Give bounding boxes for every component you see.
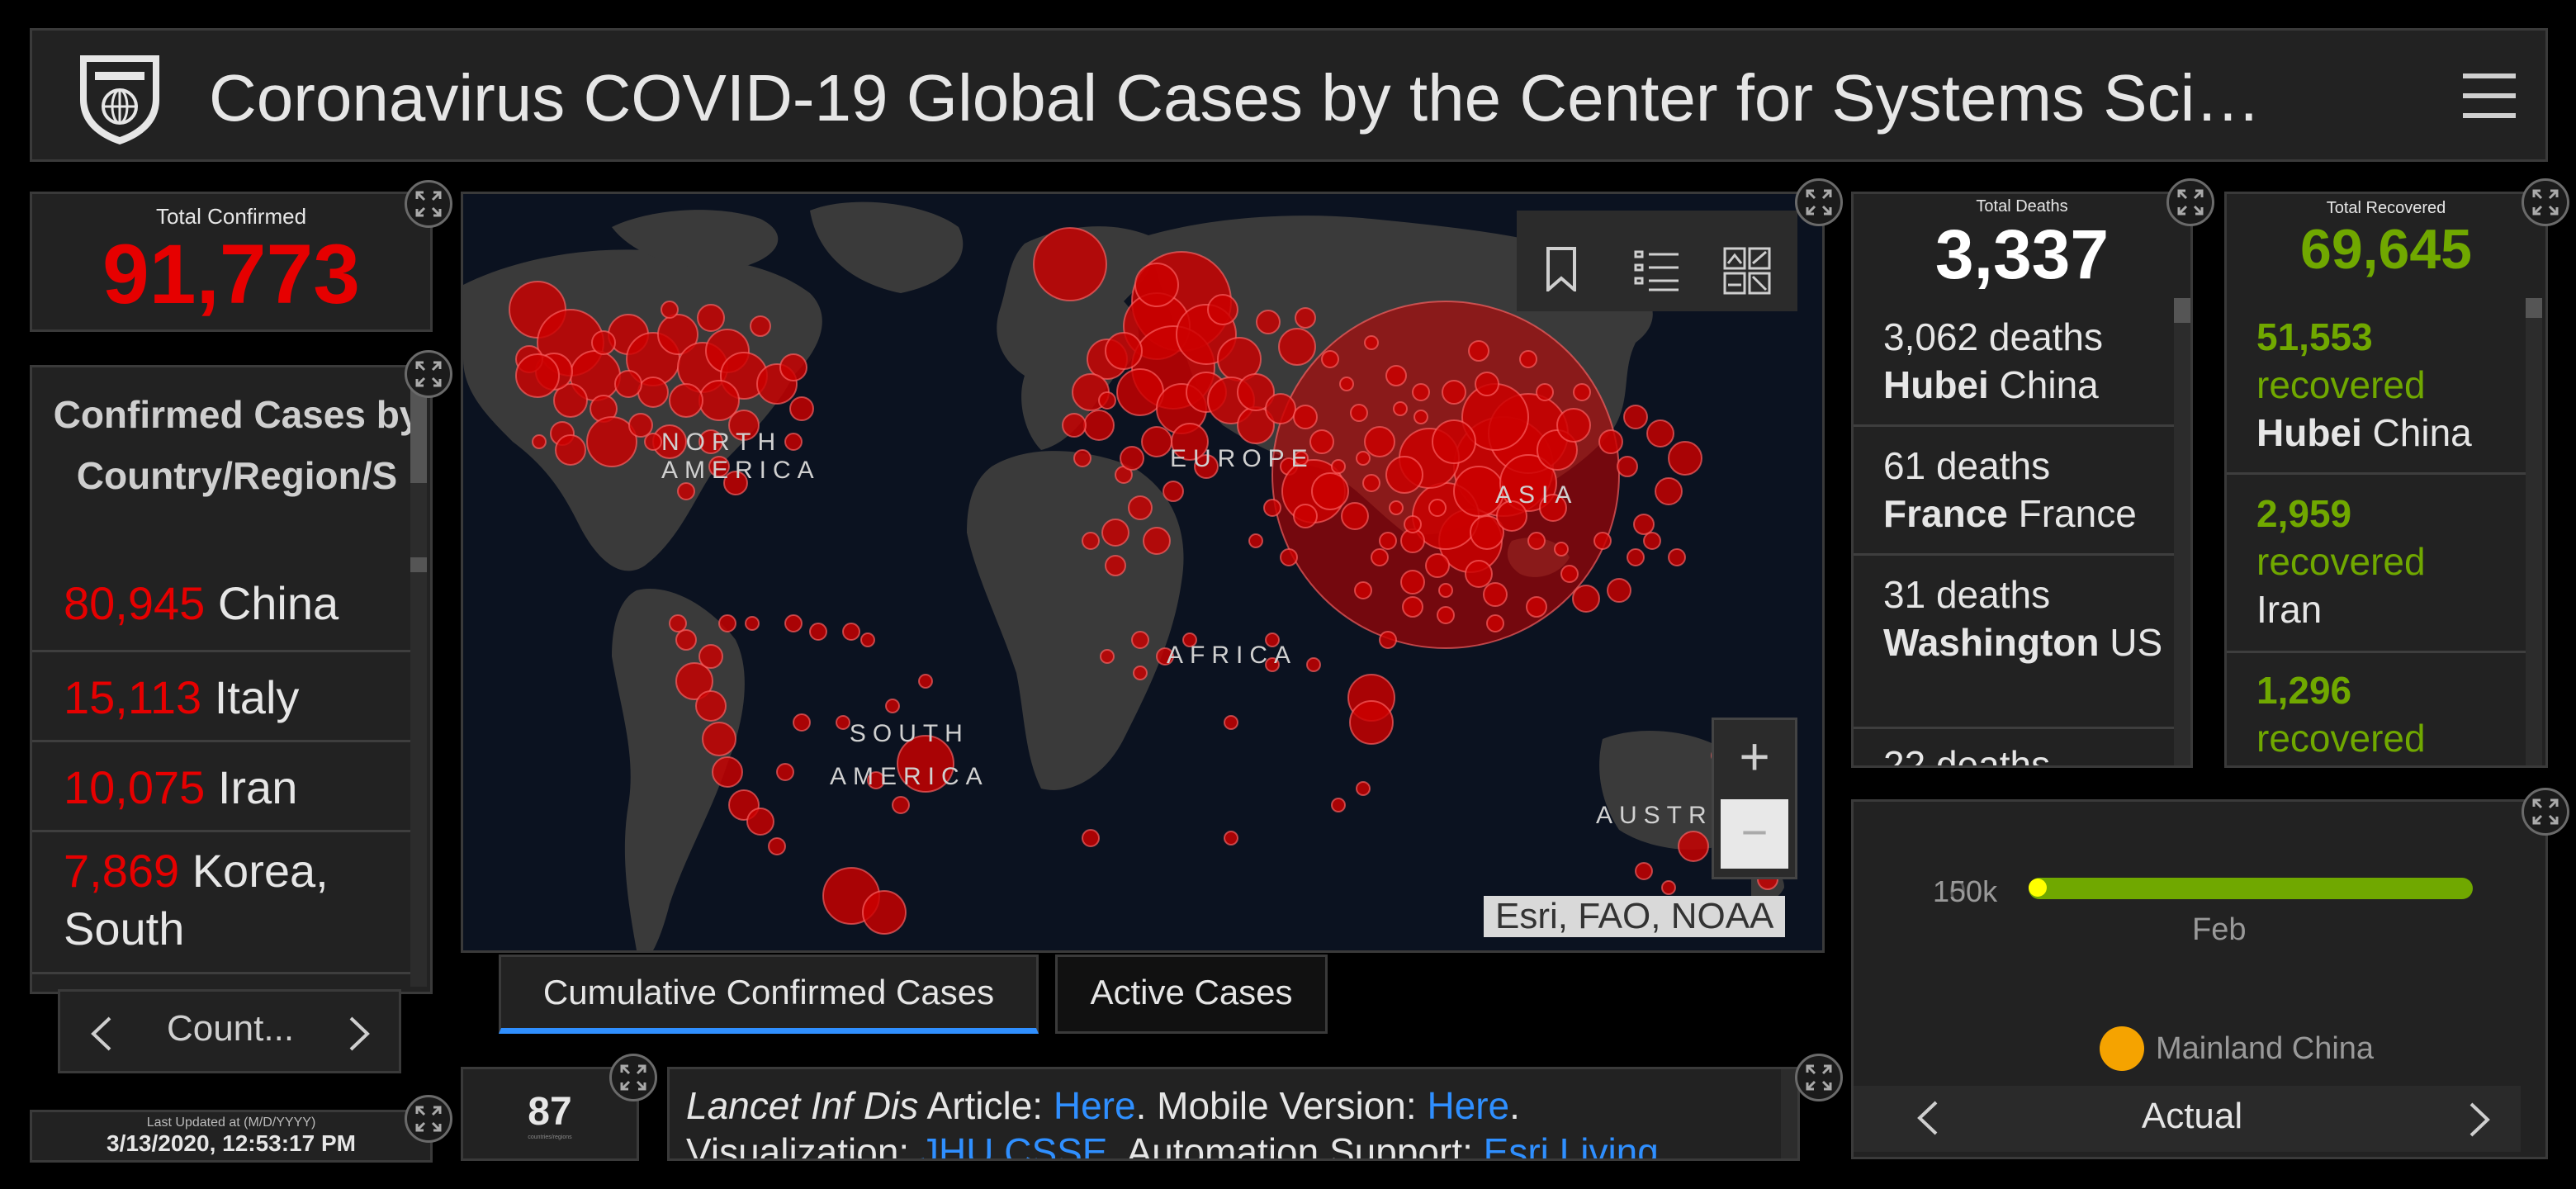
series-start-point: [2029, 879, 2047, 897]
map-label-australia: AUSTR: [1596, 802, 1713, 829]
scrollbar[interactable]: [410, 384, 427, 987]
zoom-in-button[interactable]: +: [1714, 720, 1795, 796]
chevron-left-icon[interactable]: [88, 1015, 113, 1057]
article-link[interactable]: Here: [1054, 1084, 1136, 1127]
list-item-name: Italy: [214, 671, 300, 723]
chart-nav-bar: Actual: [1854, 1086, 2521, 1152]
list-item[interactable]: 15,113 Italy: [32, 652, 410, 742]
country-list: 80,945 China 15,113 Italy 10,075 Iran 7,…: [32, 562, 410, 974]
country-count-value: 87: [528, 1090, 572, 1134]
chevron-right-icon[interactable]: [2468, 1101, 2493, 1143]
jhu-csse-link[interactable]: JHU CSSE: [920, 1130, 1107, 1158]
recovered-list: 51,553 recovered Hubei China 2,959 recov…: [2227, 305, 2527, 765]
expand-icon[interactable]: [2522, 788, 2569, 836]
total-confirmed-value: 91,773: [102, 227, 360, 321]
list-item-count: 7,869: [64, 845, 180, 897]
list-item[interactable]: 31 deaths Washington US: [1854, 556, 2176, 729]
map-toolbar: [1517, 211, 1797, 311]
list-item[interactable]: 80,945 China: [32, 562, 410, 652]
last-updated-value: 3/13/2020, 12:53:17 PM: [107, 1130, 356, 1156]
list-item[interactable]: 3,062 deaths Hubei China: [1854, 305, 2176, 427]
list-item[interactable]: 61 deaths France France: [1854, 427, 2176, 556]
scrollbar[interactable]: [2526, 298, 2542, 765]
info-text: Lancet Inf Dis Article: Here. Mobile Ver…: [686, 1082, 1659, 1158]
expand-icon[interactable]: [405, 1095, 452, 1143]
legend-label: Mainland China: [2156, 1031, 2375, 1066]
list-item[interactable]: 51,553 recovered Hubei China: [2227, 305, 2527, 475]
total-deaths-label: Total Deaths: [1976, 197, 2068, 216]
map-attribution: Esri, FAO, NOAA: [1484, 896, 1786, 937]
list-item[interactable]: 2,959 recovered Iran: [2227, 475, 2527, 653]
mobile-version-link[interactable]: Here: [1427, 1084, 1509, 1127]
chevron-right-icon[interactable]: [348, 1015, 372, 1057]
expand-icon[interactable]: [2522, 178, 2569, 226]
legend-dot-icon: [2100, 1026, 2144, 1071]
chart-panel: 150k 100k Feb Mainland China Actual: [1851, 799, 2548, 1159]
series-line: [2029, 878, 2473, 899]
list-item[interactable]: 1,296 recovered: [2227, 653, 2527, 765]
hamburger-menu-icon[interactable]: [2460, 67, 2519, 125]
zoom-controls: + −: [1712, 718, 1797, 879]
map-label-asia: ASIA: [1495, 481, 1579, 509]
country-count-label: countries/regions: [528, 1135, 572, 1140]
total-deaths-panel: Total Deaths 3,337 3,062 deaths Hubei Ch…: [1851, 192, 2193, 768]
legend-list-icon[interactable]: [1634, 249, 1680, 297]
list-item-name: Iran: [217, 761, 298, 813]
info-panel: Lancet Inf Dis Article: Here. Mobile Ver…: [667, 1067, 1800, 1161]
map-panel[interactable]: NORTH AMERICA EUROPE ASIA AFRICA SOUTH AME…: [461, 192, 1825, 953]
expand-icon[interactable]: [405, 180, 452, 228]
deaths-list: 3,062 deaths Hubei China 61 deaths Franc…: [1854, 305, 2176, 765]
map-label-north-america: NORTH AMERICA: [661, 429, 821, 484]
x-axis-label: Feb: [2192, 912, 2247, 947]
map-label-africa: AFRICA: [1167, 642, 1298, 669]
list-nav-bar: Count...: [58, 989, 401, 1073]
tab-cumulative-confirmed[interactable]: Cumulative Confirmed Cases: [499, 955, 1039, 1034]
last-updated-label: Last Updated at (M/D/YYYY): [146, 1116, 316, 1130]
confirmed-list-title: Confirmed Cases by Country/Region/S: [53, 393, 421, 497]
basemap-gallery-icon[interactable]: [1723, 247, 1771, 299]
total-confirmed-panel: Total Confirmed 91,773: [30, 192, 433, 332]
confirmed-by-country-panel: Confirmed Cases by Country/Region/S 80,9…: [30, 365, 433, 994]
list-nav-label: Count...: [166, 1008, 295, 1049]
last-updated-panel: Last Updated at (M/D/YYYY) 3/13/2020, 12…: [30, 1110, 433, 1163]
list-item-name: China: [217, 577, 339, 629]
list-item-count: 10,075: [64, 761, 206, 813]
total-recovered-panel: Total Recovered 69,645 51,553 recovered …: [2224, 192, 2548, 768]
university-shield-icon: [73, 49, 166, 146]
scrollbar[interactable]: [2174, 298, 2190, 765]
map-label-south-america: SOUTH AMERICA: [830, 720, 989, 790]
header-bar: Coronavirus COVID-19 Global Cases by the…: [30, 28, 2548, 162]
expand-icon[interactable]: [609, 1054, 657, 1101]
list-item-count: 80,945: [64, 577, 206, 629]
expand-icon[interactable]: [2166, 178, 2214, 226]
chevron-left-icon[interactable]: [1915, 1099, 1939, 1141]
total-deaths-value: 3,337: [1934, 216, 2110, 293]
expand-icon[interactable]: [405, 350, 452, 398]
map-label-europe: EUROPE: [1170, 445, 1314, 472]
y-tick-label-overlap: 100k: [1933, 874, 1998, 908]
bookmark-icon[interactable]: [1545, 247, 1578, 296]
total-recovered-value: 69,645: [2300, 218, 2472, 281]
expand-icon[interactable]: [1795, 178, 1843, 226]
esri-living-link[interactable]: Esri Living: [1484, 1130, 1659, 1158]
total-confirmed-label: Total Confirmed: [155, 204, 307, 229]
chart-nav-label: Actual: [2141, 1096, 2243, 1136]
page-title: Coronavirus COVID-19 Global Cases by the…: [209, 61, 2261, 135]
list-item[interactable]: 22 deaths: [1854, 729, 2176, 765]
total-recovered-label: Total Recovered: [2326, 199, 2446, 217]
tab-active-cases[interactable]: Active Cases: [1055, 955, 1328, 1034]
expand-icon[interactable]: [1795, 1054, 1843, 1101]
list-item[interactable]: 10,075 Iran: [32, 742, 410, 832]
zoom-out-button[interactable]: −: [1721, 799, 1788, 869]
list-item-count: 15,113: [64, 671, 202, 723]
list-item[interactable]: 7,869 Korea, South: [32, 832, 410, 974]
